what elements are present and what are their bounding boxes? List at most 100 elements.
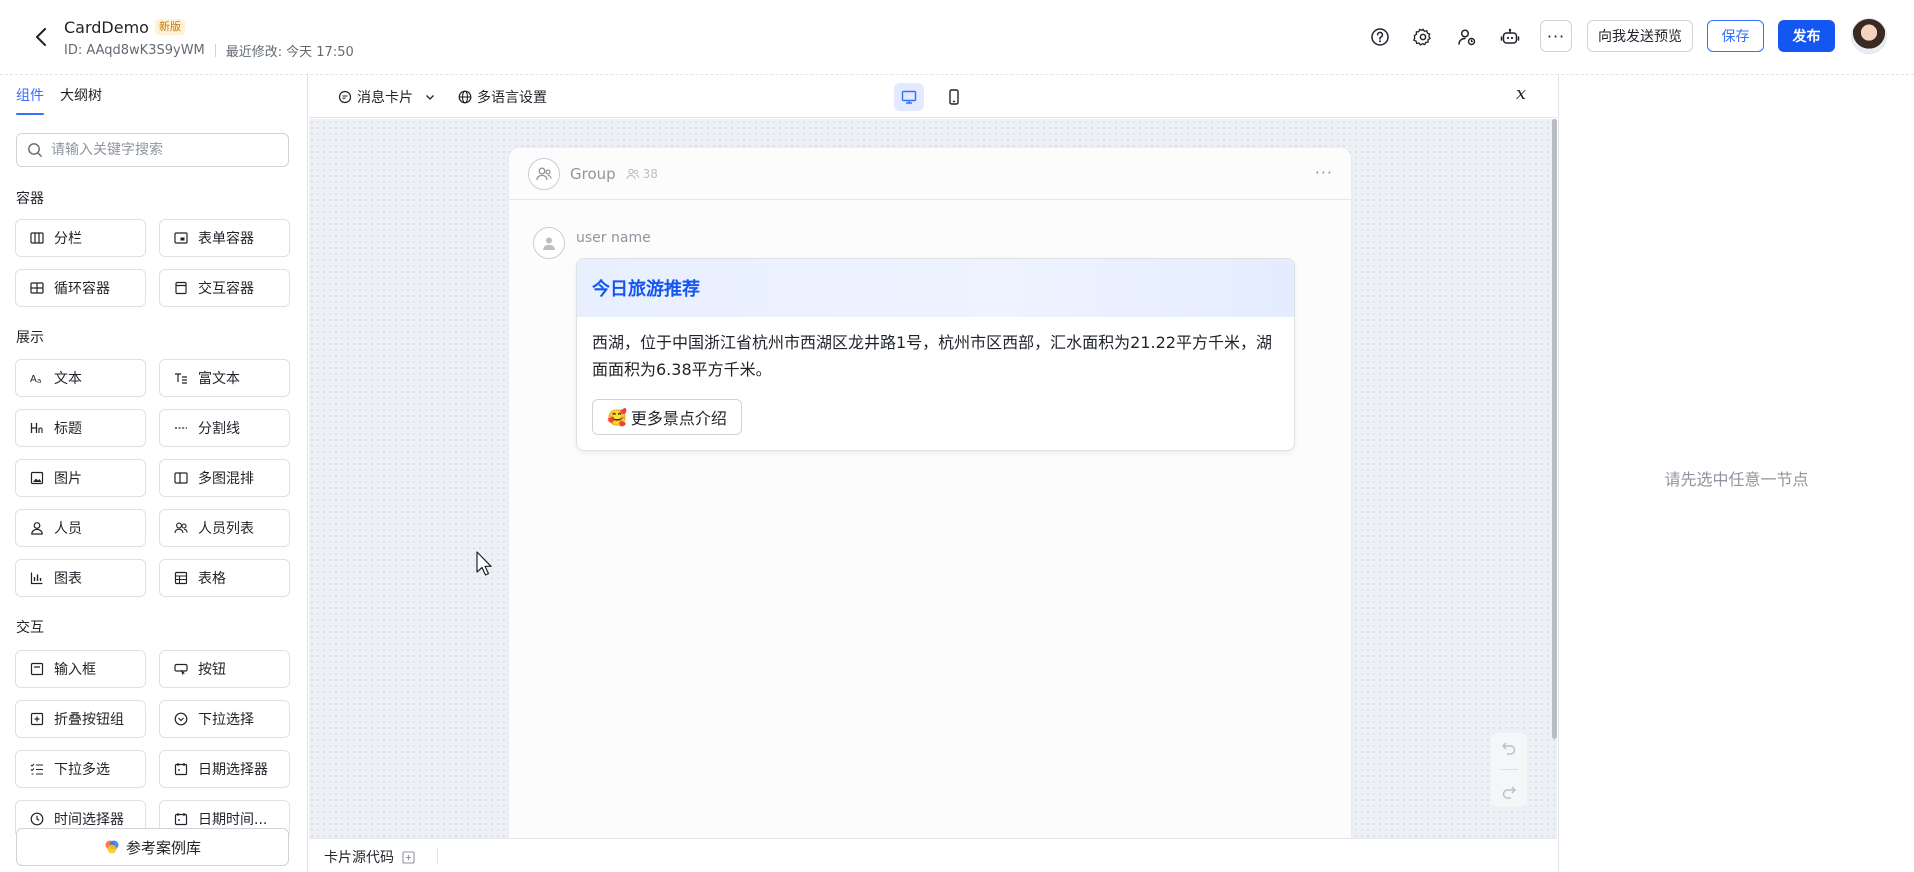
component-dropdown[interactable]: 下拉选择 (159, 700, 290, 738)
back-icon[interactable] (30, 24, 52, 50)
interaction-components-grid: 输入框 按钮 折叠按钮组 下拉选择 下拉多选 日期选择器 时间选择器 日期时间.… (15, 650, 290, 838)
card-text-body[interactable]: 西湖，位于中国浙江省杭州市西湖区龙井路1号，杭州市区西部，汇水面积为21.22平… (577, 317, 1294, 383)
chevron-down-icon (426, 95, 434, 100)
component-interactive-container[interactable]: 交互容器 (159, 269, 290, 307)
component-loop-container[interactable]: 循环容器 (15, 269, 146, 307)
component-panel: 组件 大纲树 容器 分栏 表单容器 循环容器 交互容器 (0, 75, 308, 872)
component-person[interactable]: 人员 (15, 509, 146, 547)
container-components-grid: 分栏 表单容器 循环容器 交互容器 (15, 219, 290, 307)
component-people-list[interactable]: 人员列表 (159, 509, 290, 547)
rich-text-icon (175, 373, 187, 384)
reference-case-library-button[interactable]: 参考案例库 (16, 828, 289, 866)
publish-button[interactable]: 发布 (1778, 20, 1835, 52)
properties-panel: 请先选中任意一节点 (1558, 75, 1914, 872)
time-picker-icon (30, 812, 44, 826)
component-image[interactable]: 图片 (15, 459, 146, 497)
text-icon: Aa (30, 374, 41, 385)
component-input[interactable]: 输入框 (15, 650, 146, 688)
variable-fx-icon[interactable]: 𝑥 (1516, 83, 1526, 104)
date-picker-icon (174, 763, 188, 776)
top-header: CardDemo 新版 ID: AAqd8wK3S9yWM 最近修改: 今天 1… (0, 0, 1914, 75)
people-list-icon (174, 522, 188, 534)
mobile-view-button[interactable] (939, 83, 969, 111)
multi-image-icon (174, 472, 188, 484)
no-selection-hint: 请先选中任意一节点 (1664, 470, 1809, 489)
card-source-code-button[interactable]: 卡片源代码 (324, 847, 415, 867)
input-icon (30, 662, 44, 676)
component-table[interactable]: 表格 (159, 559, 290, 597)
component-heading[interactable]: 标题 (15, 409, 146, 447)
svg-text:a: a (37, 377, 41, 385)
section-title-display: 展示 (16, 330, 44, 346)
section-title-interaction: 交互 (16, 620, 44, 636)
globe-icon (458, 90, 472, 104)
undo-icon[interactable] (1501, 740, 1517, 756)
expand-panel-icon (402, 850, 415, 864)
component-text[interactable]: Aa 文本 (15, 359, 146, 397)
component-collapse-button-group[interactable]: 折叠按钮组 (15, 700, 146, 738)
card-title: 今日旅游推荐 (592, 279, 700, 300)
component-rich-text[interactable]: 富文本 (159, 359, 290, 397)
bot-robot-icon[interactable] (1495, 22, 1525, 52)
new-version-badge: 新版 (154, 19, 185, 35)
component-columns[interactable]: 分栏 (15, 219, 146, 257)
bottom-bar: 卡片源代码 (309, 838, 1557, 872)
datetime-picker-icon (174, 813, 188, 826)
send-preview-button[interactable]: 向我发送预览 (1587, 20, 1693, 52)
more-options-button[interactable]: ··· (1540, 20, 1572, 52)
desktop-monitor-icon (901, 90, 917, 104)
canvas-scrollbar[interactable] (1552, 119, 1557, 739)
document-info: CardDemo 新版 ID: AAqd8wK3S9yWM 最近修改: 今天 1… (64, 16, 354, 60)
svg-text:A: A (30, 374, 37, 385)
card-header[interactable]: 今日旅游推荐 (577, 259, 1294, 317)
search-icon (28, 143, 42, 157)
display-components-grid: Aa 文本 富文本 标题 分割线 图片 多图混排 人员 人员列表 图表 表格 (15, 359, 290, 597)
smiling-face-emoji-icon: 🥰 (607, 407, 627, 427)
component-chart[interactable]: 图表 (15, 559, 146, 597)
group-name: Group (570, 164, 616, 183)
chat-more-icon[interactable]: ··· (1315, 163, 1333, 182)
component-divider[interactable]: 分割线 (159, 409, 290, 447)
chart-icon (30, 572, 43, 585)
button-icon (174, 663, 188, 676)
chat-preview-window: Group 38 ··· user name 今日旅游推荐 西湖，位于中国浙江省… (509, 148, 1351, 838)
save-button[interactable]: 保存 (1707, 20, 1764, 52)
component-search-box[interactable] (16, 133, 289, 167)
permission-user-icon[interactable] (1452, 22, 1482, 52)
document-id: ID: AAqd8wK3S9yWM (64, 42, 205, 58)
design-canvas[interactable]: Group 38 ··· user name 今日旅游推荐 西湖，位于中国浙江省… (309, 119, 1557, 838)
component-date-picker[interactable]: 日期选择器 (159, 750, 290, 788)
divider-icon (175, 427, 187, 429)
sender-avatar-icon (533, 227, 565, 259)
tab-components[interactable]: 组件 (16, 85, 44, 115)
component-multi-image[interactable]: 多图混排 (159, 459, 290, 497)
last-modified-value: 今天 17:50 (286, 44, 354, 60)
card-type-dropdown[interactable]: 消息卡片 (338, 85, 436, 109)
redo-icon[interactable] (1501, 784, 1517, 800)
desktop-view-button[interactable] (894, 83, 924, 111)
last-modified-label: 最近修改: (225, 44, 283, 60)
heading-icon (30, 423, 43, 433)
card-more-attractions-button[interactable]: 🥰 更多景点介绍 (592, 399, 742, 435)
tab-outline-tree[interactable]: 大纲树 (60, 85, 102, 115)
message-card[interactable]: 今日旅游推荐 西湖，位于中国浙江省杭州市西湖区龙井路1号，杭州市区西部，汇水面积… (576, 258, 1295, 451)
columns-icon (30, 232, 44, 244)
loop-container-icon (30, 282, 44, 294)
dropdown-icon (174, 712, 188, 726)
help-icon[interactable] (1365, 22, 1395, 52)
left-panel-tabs: 组件 大纲树 (16, 85, 102, 115)
group-member-count: 38 (626, 167, 658, 181)
mobile-phone-icon (949, 89, 959, 105)
search-input[interactable] (51, 142, 271, 158)
person-icon (31, 522, 43, 535)
component-multi-select[interactable]: 下拉多选 (15, 750, 146, 788)
user-avatar[interactable] (1851, 18, 1887, 54)
message-icon (338, 90, 352, 104)
component-form-container[interactable]: 表单容器 (159, 219, 290, 257)
i18n-settings-button[interactable]: 多语言设置 (458, 85, 547, 109)
component-button[interactable]: 按钮 (159, 650, 290, 688)
collapse-button-group-icon (30, 712, 44, 726)
settings-gear-icon[interactable] (1408, 22, 1438, 52)
interactive-container-icon (175, 281, 187, 295)
chat-header: Group 38 ··· (509, 148, 1351, 200)
